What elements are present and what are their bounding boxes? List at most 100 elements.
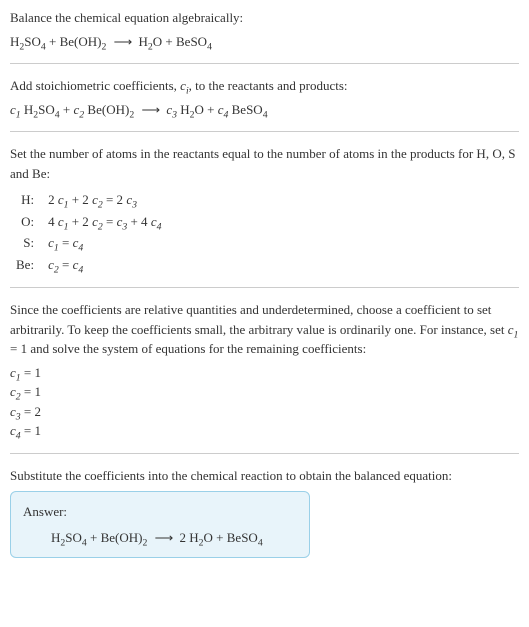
plus: + xyxy=(60,102,74,117)
sub: 2 xyxy=(129,109,134,120)
atom-label-be: Be: xyxy=(10,254,42,276)
c1: c1 xyxy=(48,235,59,250)
atom-balance-section: Set the number of atoms in the reactants… xyxy=(10,144,519,275)
reactant-h2so4: H2SO4 xyxy=(51,530,87,545)
c3: c3 xyxy=(10,404,21,419)
txt: H xyxy=(189,530,198,545)
c3: c3 xyxy=(126,192,137,207)
answer-box: Answer: H2SO4 + Be(OH)2 ⟶ 2 H2O + BeSO4 xyxy=(10,491,310,558)
txt: O xyxy=(195,102,204,117)
s: 3 xyxy=(132,200,137,211)
reactant-beoh2: Be(OH)2 xyxy=(101,530,148,545)
sub: 4 xyxy=(258,537,263,548)
n: 2 xyxy=(48,192,55,207)
s: 4 xyxy=(78,243,83,254)
coef-list: c1 = 1 c2 = 1 c3 = 2 c4 = 1 xyxy=(10,363,519,441)
table-row: S: c1 = c4 xyxy=(10,232,167,254)
c2: c2 xyxy=(74,102,85,117)
atom-label-s: S: xyxy=(10,232,42,254)
answer-label: Answer: xyxy=(23,502,297,522)
atom-label-h: H: xyxy=(10,189,42,211)
txt: BeSO xyxy=(176,34,207,49)
coeff-section: Add stoichiometric coefficients, ci, to … xyxy=(10,76,519,119)
txt: SO xyxy=(24,34,41,49)
txt: H xyxy=(139,34,148,49)
coef-value: c1 = 1 xyxy=(10,363,519,383)
txt: BeSO xyxy=(227,530,258,545)
c4: c4 xyxy=(151,214,162,229)
txt: H xyxy=(180,102,189,117)
product-beso4: BeSO4 xyxy=(176,34,212,49)
c4: c4 xyxy=(73,257,84,272)
product-h2o: H2O xyxy=(189,530,213,545)
atom-label-o: O: xyxy=(10,211,42,233)
c2: c2 xyxy=(48,257,59,272)
txt: SO xyxy=(38,102,55,117)
sub: 4 xyxy=(207,41,212,52)
txt: H xyxy=(51,530,60,545)
txt: Since the coefficients are relative quan… xyxy=(10,302,508,337)
product-h2o: H2O xyxy=(180,102,204,117)
sub: 2 xyxy=(102,41,107,52)
c3: c3 xyxy=(166,102,177,117)
sub: 4 xyxy=(263,109,268,120)
txt: BeSO xyxy=(232,102,263,117)
arrow-icon: ⟶ xyxy=(114,34,132,49)
txt: H xyxy=(24,102,33,117)
coeff-text: Add stoichiometric coefficients, ci, to … xyxy=(10,76,519,96)
sub: 4 xyxy=(224,109,229,120)
n: + 2 xyxy=(68,192,88,207)
reactant-beoh2: Be(OH)2 xyxy=(87,102,134,117)
product-h2o: H2O xyxy=(139,34,163,49)
c2: c2 xyxy=(10,384,21,399)
c2: c2 xyxy=(92,192,103,207)
arrow-icon: ⟶ xyxy=(155,530,173,545)
table-row: H: 2 c1 + 2 c2 = 2 c3 xyxy=(10,189,167,211)
val: = 1 xyxy=(21,365,41,380)
plus: + xyxy=(213,530,227,545)
divider xyxy=(10,453,519,454)
sub: 3 xyxy=(172,109,177,120)
c2: c2 xyxy=(92,214,103,229)
eq: = xyxy=(59,257,73,272)
n: = xyxy=(103,214,117,229)
txt: Be(OH) xyxy=(101,530,143,545)
atom-eq-h: 2 c1 + 2 c2 = 2 c3 xyxy=(42,189,167,211)
product-beso4: BeSO4 xyxy=(227,530,263,545)
coef-value: c4 = 1 xyxy=(10,421,519,441)
txt: Be(OH) xyxy=(87,102,129,117)
coef-value: c3 = 2 xyxy=(10,402,519,422)
atom-balance-table: H: 2 c1 + 2 c2 = 2 c3 O: 4 c1 + 2 c2 = c… xyxy=(10,189,167,275)
reactant-h2so4: H2SO4 xyxy=(10,34,46,49)
arrow-icon: ⟶ xyxy=(141,102,159,117)
table-row: O: 4 c1 + 2 c2 = c3 + 4 c4 xyxy=(10,211,167,233)
divider xyxy=(10,131,519,132)
n: = 2 xyxy=(103,192,123,207)
c4: c4 xyxy=(10,423,21,438)
balanced-equation: H2SO4 + Be(OH)2 ⟶ 2 H2O + BeSO4 xyxy=(23,528,297,548)
intro-text: Balance the chemical equation algebraica… xyxy=(10,8,519,28)
divider xyxy=(10,287,519,288)
sub: 2 xyxy=(79,109,84,120)
atom-eq-s: c1 = c4 xyxy=(42,232,167,254)
coeff-equation: c1 H2SO4 + c2 Be(OH)2 ⟶ c3 H2O + c4 BeSO… xyxy=(10,100,519,120)
atom-balance-text: Set the number of atoms in the reactants… xyxy=(10,144,519,183)
reactant-beoh2: Be(OH)2 xyxy=(60,34,107,49)
final-section: Substitute the coefficients into the che… xyxy=(10,466,519,559)
s: 4 xyxy=(157,221,162,232)
n: 4 xyxy=(48,214,55,229)
val: = 1 xyxy=(21,384,41,399)
plus: + xyxy=(204,102,218,117)
c1: c1 xyxy=(10,102,21,117)
txt: Add stoichiometric coefficients, xyxy=(10,78,180,93)
c1: c1 xyxy=(58,214,69,229)
solve-text: Since the coefficients are relative quan… xyxy=(10,300,519,359)
txt: = 1 and solve the system of equations fo… xyxy=(10,341,366,356)
txt: SO xyxy=(65,530,82,545)
txt: O xyxy=(153,34,162,49)
sub: 2 xyxy=(143,537,148,548)
atom-eq-o: 4 c1 + 2 c2 = c3 + 4 c4 xyxy=(42,211,167,233)
c1: c1 xyxy=(58,192,69,207)
coef-value: c2 = 1 xyxy=(10,382,519,402)
plus: + xyxy=(162,34,176,49)
